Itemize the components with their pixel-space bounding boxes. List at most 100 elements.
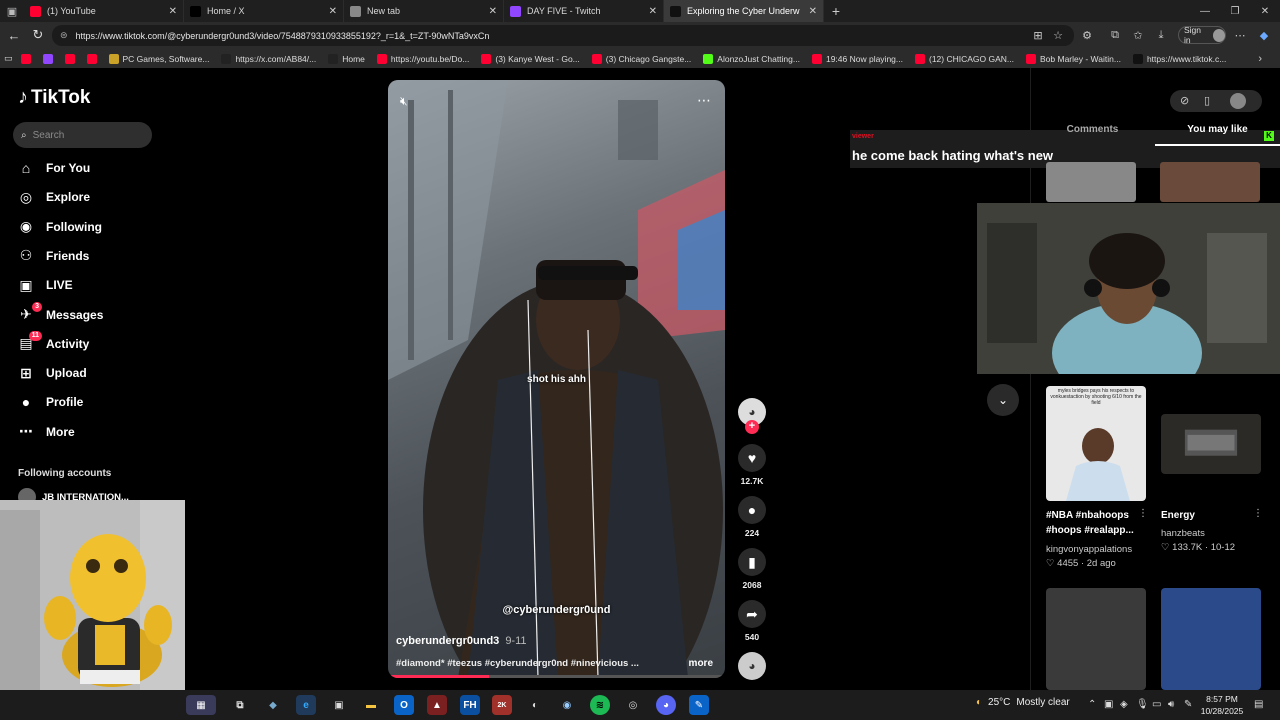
browser-tab[interactable]: Exploring the Cyber Underw ✕ — [664, 0, 824, 22]
split-screen-icon[interactable]: ⧉ — [1107, 27, 1123, 43]
pen-icon[interactable]: ✎ — [1184, 699, 1192, 710]
browser-tab[interactable]: DAY FIVE - Twitch ✕ — [504, 0, 664, 22]
video-options-icon[interactable]: ⋯ — [697, 92, 711, 109]
maximize-icon[interactable]: ❐ — [1220, 0, 1250, 22]
bookmark-item[interactable] — [64, 53, 75, 64]
sidebar-item-explore[interactable]: ◎ Explore — [18, 189, 90, 205]
outlook-icon[interactable]: O — [394, 695, 414, 715]
bookmark-item[interactable]: https://youtu.be/Do... — [376, 53, 469, 64]
discord-icon[interactable]: ◕ — [656, 695, 676, 715]
bookmark-item[interactable]: AlonzoJust Chatting... — [703, 53, 800, 64]
copilot-icon[interactable]: ◆ — [1256, 27, 1272, 43]
bookmark-item[interactable]: https://x.com/AB84/... — [221, 53, 316, 64]
avatar[interactable] — [1230, 93, 1246, 109]
bookmark-item[interactable]: PC Games, Software... — [108, 53, 209, 64]
bookmarks-overflow-icon[interactable]: › — [1258, 53, 1262, 65]
bookmark-item[interactable]: https://www.tiktok.c... — [1132, 53, 1226, 64]
bookmark-item[interactable]: (12) CHICAGO GAN... — [915, 53, 1014, 64]
video-player[interactable]: 🔇︎ ⋯ shot his ahh @cyberundergr0und cybe… — [388, 80, 725, 678]
suggested-thumb[interactable] — [1160, 162, 1260, 202]
creator-avatar[interactable]: ◕ + — [738, 398, 766, 434]
sign-in-button[interactable]: Sign in — [1178, 25, 1226, 45]
app-icon[interactable]: ◐ — [525, 695, 545, 715]
task-view-icon[interactable]: ⧉ — [230, 695, 250, 715]
close-window-icon[interactable]: ✕ — [1250, 0, 1280, 22]
steam-icon[interactable]: ◉ — [557, 695, 577, 715]
network-icon[interactable]: ▭ — [1152, 699, 1161, 710]
sidebar-item-messages[interactable]: ✈ 3 Messages — [18, 301, 103, 323]
video-thumbnail[interactable] — [1161, 588, 1261, 690]
browser-tab[interactable]: New tab ✕ — [344, 0, 504, 22]
bookmarks-folder-icon[interactable]: ▭ — [4, 53, 13, 64]
copilot-app-icon[interactable]: ◆ — [263, 695, 283, 715]
speed-icon[interactable]: ⊘ — [1180, 94, 1189, 107]
sidebar-item-upload[interactable]: ⊞ Upload — [18, 365, 87, 381]
browser-tab[interactable]: (1) YouTube ✕ — [24, 0, 184, 22]
weather-widget[interactable]: ◐ 25°C Mostly clear — [976, 697, 1070, 708]
close-tab-icon[interactable]: ✕ — [489, 6, 497, 17]
bookmark-item[interactable] — [86, 53, 97, 64]
suggested-thumb[interactable] — [1046, 162, 1136, 202]
tray-chevron-icon[interactable]: ⌃ — [1088, 699, 1096, 710]
favorites-icon[interactable]: ✩ — [1130, 27, 1146, 43]
back-icon[interactable]: ← — [2, 23, 26, 47]
bookmark-item[interactable] — [20, 53, 31, 64]
downloads-icon[interactable]: ⤓ — [1153, 27, 1169, 43]
obs-icon[interactable]: ◎ — [623, 695, 643, 715]
more-button[interactable]: more — [689, 658, 713, 669]
video-hashtags[interactable]: #diamond* #teezus #cyberundergr0nd #nine… — [396, 658, 656, 669]
new-tab-button[interactable]: + — [824, 3, 848, 19]
taskbar-clock[interactable]: 8:57 PM 10/28/2025 — [1196, 693, 1248, 717]
bookmark-item[interactable]: (3) Chicago Gangste... — [591, 53, 691, 64]
tiktok-logo[interactable]: ♪ TikTok — [18, 86, 90, 109]
mute-icon[interactable]: 🔇︎ — [400, 94, 408, 109]
video-progress-bar[interactable] — [388, 675, 725, 678]
tray-app-icon[interactable]: ◈ — [1120, 699, 1128, 710]
suggested-video-card[interactable]: myles bridges pays his respects to vonku… — [1046, 386, 1151, 576]
video-thumbnail[interactable] — [1046, 588, 1146, 690]
comment-button[interactable]: ● 224 — [738, 496, 766, 538]
sidebar-item-for-you[interactable]: ⌂ For You — [18, 160, 90, 176]
save-button[interactable]: ▮ 2068 — [738, 548, 766, 590]
volume-icon[interactable]: 🔊︎ — [1168, 699, 1174, 710]
search-input[interactable]: ⌕ Search — [13, 122, 152, 148]
sidebar-item-following[interactable]: ◉ Following — [18, 218, 102, 235]
file-explorer-icon[interactable]: ▬ — [361, 695, 381, 715]
edge-icon[interactable]: e — [296, 695, 316, 715]
like-button[interactable]: ♥ 12.7K — [738, 444, 766, 486]
browser-tab[interactable]: Home / X ✕ — [184, 0, 344, 22]
card-options-icon[interactable]: ⋮ — [1253, 508, 1263, 519]
close-tab-icon[interactable]: ✕ — [169, 6, 177, 17]
close-tab-icon[interactable]: ✕ — [649, 6, 657, 17]
game-app-icon[interactable]: ▲ — [427, 695, 447, 715]
bookmark-item[interactable]: 19:46 Now playing... — [811, 53, 903, 64]
nba2k-icon[interactable]: 2K — [492, 695, 512, 715]
card-options-icon[interactable]: ⋮ — [1138, 508, 1148, 519]
video-author[interactable]: cyberundergr0und3 9-11 — [396, 635, 527, 647]
url-bar[interactable]: ⊜ https://www.tiktok.com/@cyberundergr0u… — [52, 25, 1074, 46]
extensions-icon[interactable]: ⚙ — [1079, 27, 1095, 43]
bookmark-item[interactable]: (3) Kanye West - Go... — [481, 53, 580, 64]
widgets-icon[interactable]: ▦ — [186, 695, 216, 715]
suggested-video-card[interactable]: Energy ⋮ hanzbeats ♡ 133.7K · 10-12 — [1161, 386, 1266, 576]
site-info-icon[interactable]: ⊜ — [60, 30, 68, 41]
card-author[interactable]: kingvonyappalations — [1046, 544, 1132, 555]
sidebar-item-activity[interactable]: ▤ 11 Activity — [18, 330, 89, 352]
window-menu-icon[interactable]: ▣ — [0, 0, 24, 22]
spotify-icon[interactable]: ≋ — [590, 695, 610, 715]
minimize-icon[interactable]: — — [1190, 0, 1220, 22]
scroll-down-button[interactable]: ⌄ — [987, 384, 1019, 416]
microphone-icon[interactable]: 🎙︎ — [1136, 699, 1149, 710]
sidebar-item-live[interactable]: ▣ LIVE — [18, 277, 72, 293]
bookmark-item[interactable]: Home — [328, 53, 365, 64]
sidebar-item-friends[interactable]: ⚇ Friends — [18, 247, 90, 264]
bookmark-item[interactable] — [42, 53, 53, 64]
follow-plus-icon[interactable]: + — [745, 420, 759, 434]
sidebar-item-profile[interactable]: ● Profile — [18, 394, 84, 410]
device-icon[interactable]: ▯ — [1204, 94, 1210, 107]
store-icon[interactable]: ▣ — [329, 695, 349, 715]
sidebar-item-more[interactable]: ⋯ More — [18, 423, 75, 440]
share-button[interactable]: ➦ 540 — [738, 600, 766, 642]
card-author[interactable]: hanzbeats — [1161, 528, 1205, 539]
notifications-icon[interactable]: ▤ — [1254, 699, 1263, 710]
